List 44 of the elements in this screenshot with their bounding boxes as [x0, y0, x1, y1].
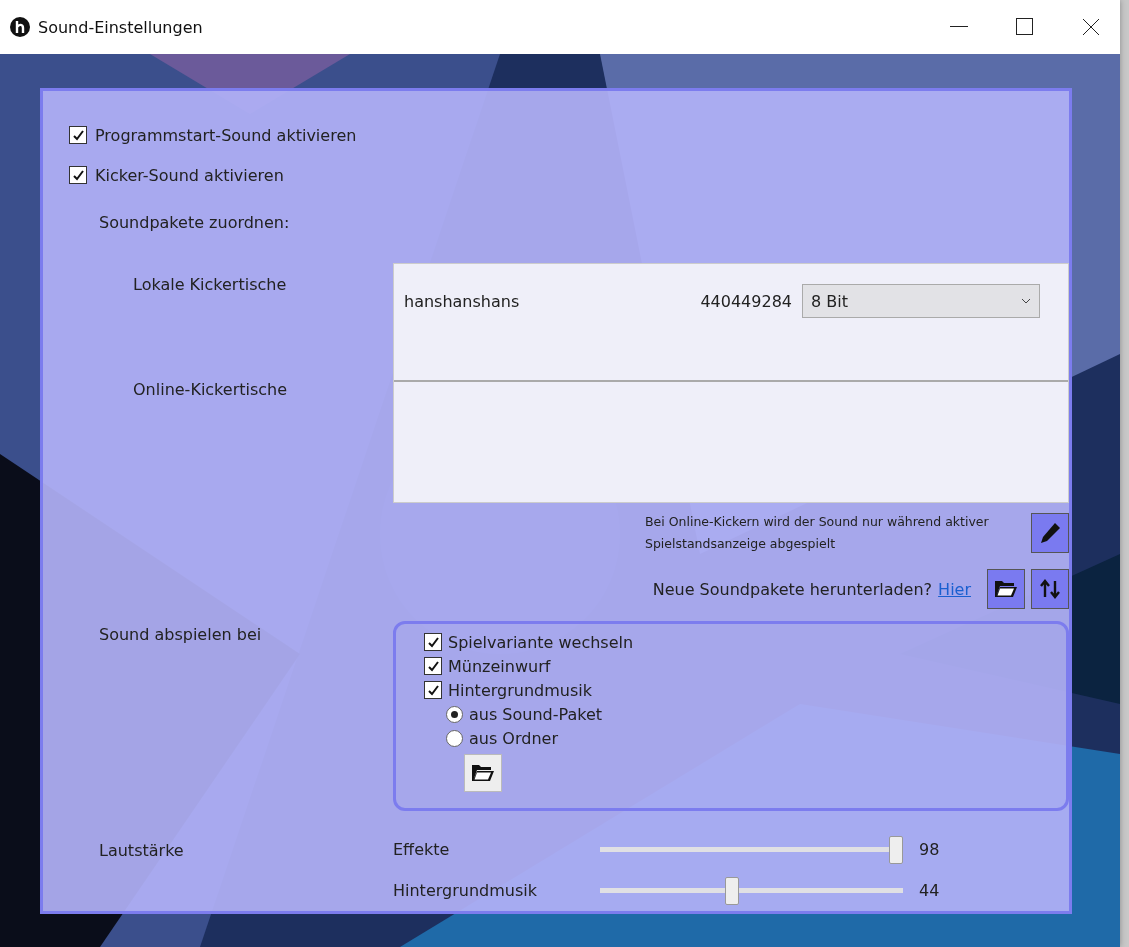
- checkbox[interactable]: [424, 657, 442, 675]
- radio-label: aus Sound-Paket: [469, 704, 603, 724]
- download-text: Neue Soundpakete herunterladen?: [652, 579, 933, 599]
- section-label: Online-Kickertische: [133, 380, 288, 399]
- minimize-icon: [950, 26, 968, 28]
- option-label: Programmstart-Sound aktivieren: [95, 125, 357, 145]
- chevron-down-icon: [1021, 298, 1031, 304]
- open-folder-button[interactable]: [464, 754, 502, 792]
- table-number: 440449284: [700, 291, 792, 311]
- online-note: Bei Online-Kickern wird der Sound nur während aktiver Spielstandsanzeige abgespielt: [645, 513, 990, 553]
- window-title: Sound-Einstellungen: [38, 17, 204, 37]
- section-label: Lautstärke: [99, 841, 184, 860]
- folder-icon: [471, 763, 495, 783]
- maximize-icon: [1016, 18, 1034, 36]
- slider-value: 44: [918, 881, 941, 900]
- close-icon: [1082, 18, 1100, 36]
- checkbox[interactable]: [69, 126, 87, 144]
- folder-icon: [994, 579, 1018, 599]
- section-label: Soundpakete zuordnen:: [99, 213, 290, 232]
- slider-thumb[interactable]: [888, 835, 903, 864]
- open-folder-button[interactable]: [987, 569, 1025, 609]
- section-label: Sound abspielen bei: [99, 625, 262, 644]
- slider-value: 98: [918, 840, 941, 859]
- checkbox[interactable]: [69, 166, 87, 184]
- slider-label: Hintergrundmusik: [393, 881, 538, 900]
- checkbox[interactable]: [424, 681, 442, 699]
- event-label: Münzeinwurf: [448, 656, 551, 676]
- event-label: Spielvariante wechseln: [448, 632, 634, 652]
- edit-button[interactable]: [1031, 513, 1069, 553]
- slider-thumb[interactable]: [725, 876, 740, 905]
- table-name: hanshanshans: [404, 291, 521, 311]
- radio-button[interactable]: [446, 729, 463, 747]
- option-label: Kicker-Sound aktivieren: [95, 165, 284, 185]
- radio-label: aus Ordner: [469, 728, 558, 748]
- refresh-button[interactable]: [1031, 569, 1069, 609]
- slider-label: Effekte: [393, 840, 451, 859]
- package-dropdown[interactable]: 8 Bit: [802, 284, 1040, 318]
- event-label: Hintergrundmusik: [448, 680, 592, 700]
- pencil-icon: [1038, 521, 1062, 545]
- app-logo-icon: [10, 17, 30, 37]
- checkbox[interactable]: [424, 633, 442, 651]
- section-label: Lokale Kickertische: [133, 275, 287, 294]
- radio-button[interactable]: [446, 705, 463, 723]
- swap-arrows-icon: [1039, 577, 1061, 601]
